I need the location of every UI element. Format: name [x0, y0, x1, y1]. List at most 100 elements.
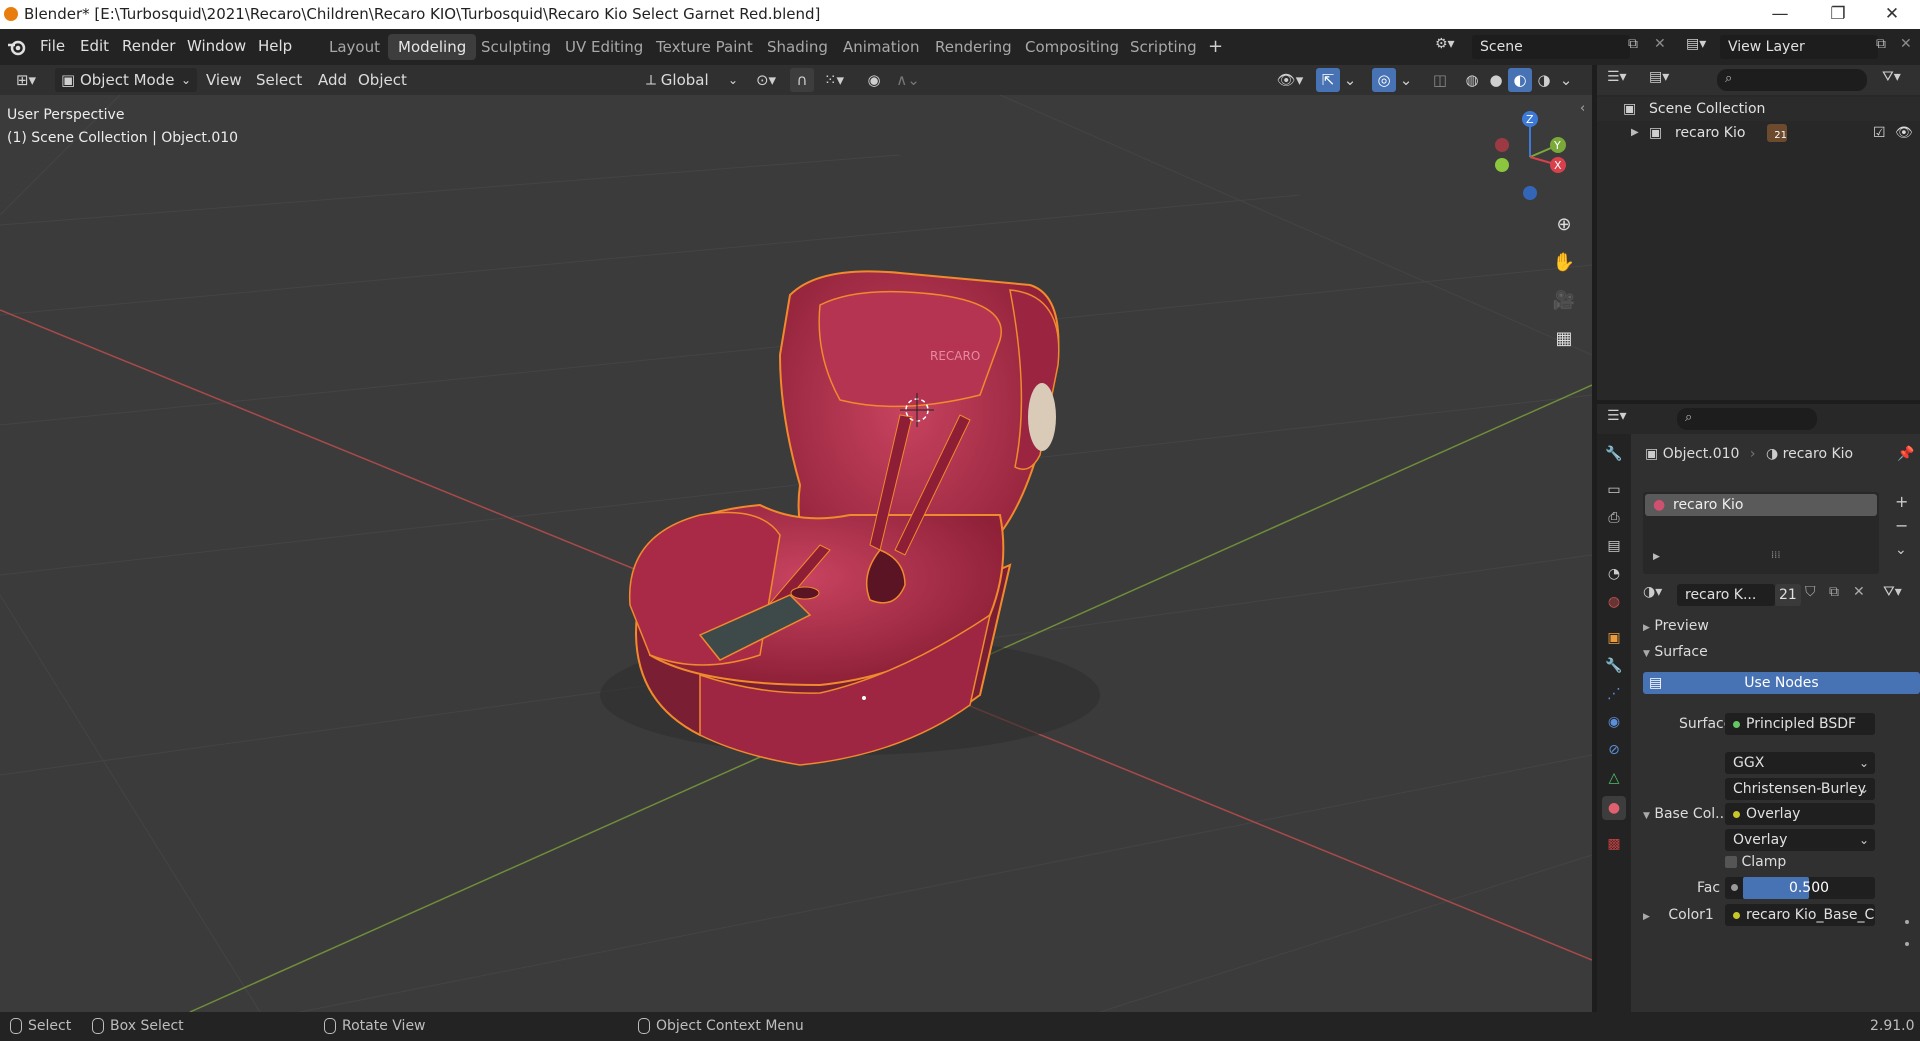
- rendered-shading-icon[interactable]: ◑: [1532, 68, 1556, 92]
- physics-tab-icon[interactable]: ◉: [1602, 710, 1626, 734]
- wireframe-shading-icon[interactable]: ◍: [1460, 68, 1484, 92]
- scene-tab-icon[interactable]: ◔: [1602, 562, 1626, 586]
- pin-icon[interactable]: 📌: [1897, 446, 1914, 462]
- gizmo-toggle-icon[interactable]: ⇱: [1316, 68, 1340, 92]
- delete-scene-icon[interactable]: ✕: [1654, 36, 1670, 58]
- minimize-button[interactable]: —: [1752, 0, 1808, 29]
- use-nodes-button[interactable]: ▤ Use Nodes: [1643, 672, 1920, 694]
- scene-name-field[interactable]: Scene: [1472, 35, 1630, 59]
- blender-logo-icon[interactable]: [6, 36, 28, 58]
- snap-icon[interactable]: ∩: [790, 68, 814, 92]
- chevron-down-icon[interactable]: ⌄: [1398, 68, 1414, 92]
- neg-y-axis-icon[interactable]: [1495, 158, 1509, 172]
- navigation-gizmo[interactable]: Z Y X: [1488, 107, 1578, 207]
- add-slot-icon[interactable]: +: [1895, 492, 1908, 511]
- slot-specials-icon[interactable]: ⌄: [1895, 542, 1907, 558]
- outliner-editor-type-icon[interactable]: ☰▾: [1607, 69, 1639, 91]
- surface-panel-header[interactable]: ▼ Surface: [1643, 644, 1708, 660]
- tab-shading[interactable]: Shading: [757, 34, 838, 60]
- eye-visibility-icon[interactable]: 👁: [1895, 121, 1913, 145]
- menu-window[interactable]: Window: [187, 37, 246, 55]
- tab-layout[interactable]: Layout: [319, 34, 390, 60]
- xray-icon[interactable]: ◫: [1428, 68, 1452, 92]
- expand-arrow-icon[interactable]: ▶: [1631, 121, 1639, 145]
- filter-icon[interactable]: ⛛▾: [1882, 69, 1914, 91]
- material-name-field[interactable]: recaro K...: [1677, 584, 1775, 606]
- outliner-search-input[interactable]: ⌕: [1717, 69, 1867, 91]
- preview-panel-header[interactable]: ▶ Preview: [1643, 618, 1709, 634]
- output-tab-icon[interactable]: ⎙: [1602, 506, 1626, 530]
- proportional-edit-icon[interactable]: ◉: [862, 68, 886, 92]
- fac-slider[interactable]: 0.500: [1725, 877, 1875, 899]
- menu-object[interactable]: Object: [352, 68, 413, 92]
- menu-help[interactable]: Help: [258, 37, 292, 55]
- chevron-down-icon[interactable]: ⌄: [1342, 68, 1358, 92]
- distribution-dropdown[interactable]: GGX ⌄: [1725, 752, 1875, 774]
- view-layer-browse-icon[interactable]: ▤▾: [1686, 36, 1716, 58]
- modifier-tab-icon[interactable]: 🔧: [1602, 654, 1626, 678]
- tab-compositing[interactable]: Compositing: [1015, 34, 1129, 60]
- surface-shader-field[interactable]: Principled BSDF: [1725, 713, 1875, 735]
- tab-scripting[interactable]: Scripting: [1120, 34, 1207, 60]
- blend-mode-dropdown[interactable]: Overlay ⌄: [1725, 829, 1875, 851]
- world-tab-icon[interactable]: ◍: [1602, 590, 1626, 614]
- base-color-field[interactable]: Overlay: [1725, 803, 1875, 825]
- data-tab-icon[interactable]: △: [1602, 766, 1626, 790]
- view-layer-field[interactable]: View Layer: [1720, 35, 1878, 59]
- zoom-icon[interactable]: ⊕: [1548, 209, 1580, 241]
- view-layer-tab-icon[interactable]: ▤: [1602, 534, 1626, 558]
- add-workspace-button[interactable]: +: [1198, 34, 1233, 60]
- pivot-point-icon[interactable]: ⊙▾: [748, 68, 784, 92]
- color1-label[interactable]: ▶ Color1: [1643, 907, 1714, 923]
- material-tab-icon[interactable]: ●: [1602, 796, 1626, 820]
- outliner-row-scene-collection[interactable]: ▣ Scene Collection: [1597, 97, 1920, 121]
- snap-target-icon[interactable]: ⁙▾: [816, 68, 852, 92]
- mode-dropdown[interactable]: ▣ Object Mode ⌄: [55, 68, 197, 92]
- tab-texture-paint[interactable]: Texture Paint: [646, 34, 763, 60]
- remove-slot-icon[interactable]: −: [1895, 516, 1908, 535]
- collapse-sidebar-icon[interactable]: ‹: [1580, 101, 1585, 116]
- tab-uv-editing[interactable]: UV Editing: [555, 34, 653, 60]
- delete-view-layer-icon[interactable]: ✕: [1900, 36, 1916, 58]
- close-button[interactable]: ✕: [1864, 0, 1920, 29]
- object-count-badge[interactable]: 21: [1767, 124, 1787, 142]
- properties-search-input[interactable]: ⌕: [1677, 408, 1817, 430]
- editor-type-icon[interactable]: ⊞▾: [8, 68, 44, 92]
- menu-view[interactable]: View: [200, 68, 248, 92]
- render-tab-icon[interactable]: ▭: [1602, 478, 1626, 502]
- neg-z-axis-icon[interactable]: [1523, 186, 1537, 200]
- duplicate-material-icon[interactable]: ⧉: [1829, 584, 1839, 600]
- checkbox-icon[interactable]: ☑: [1873, 121, 1886, 145]
- perspective-grid-icon[interactable]: ▦: [1548, 323, 1580, 355]
- menu-edit[interactable]: Edit: [80, 37, 109, 55]
- menu-file[interactable]: File: [40, 37, 65, 55]
- particles-tab-icon[interactable]: ⋰: [1602, 682, 1626, 706]
- texture-tab-icon[interactable]: ▩: [1602, 832, 1626, 856]
- neg-x-axis-icon[interactable]: [1495, 138, 1509, 152]
- display-mode-icon[interactable]: ▤▾: [1649, 69, 1681, 91]
- overlays-toggle-icon[interactable]: ◎: [1372, 68, 1396, 92]
- material-users-count[interactable]: 21: [1775, 584, 1801, 606]
- constraints-tab-icon[interactable]: ⊘: [1602, 738, 1626, 762]
- camera-view-icon[interactable]: 🎥: [1548, 285, 1580, 317]
- menu-add[interactable]: Add: [312, 68, 353, 92]
- visibility-icon[interactable]: 👁▾: [1272, 68, 1308, 92]
- tab-modeling[interactable]: Modeling: [388, 34, 477, 60]
- expand-arrow-icon[interactable]: ▶: [1653, 552, 1660, 562]
- solid-shading-icon[interactable]: ●: [1484, 68, 1508, 92]
- transform-orientation-dropdown[interactable]: ⟂ Global ⌄: [640, 68, 744, 92]
- tool-tab-icon[interactable]: 🔧: [1602, 442, 1626, 466]
- material-link-icon[interactable]: ⛛▾: [1883, 584, 1902, 600]
- properties-editor-type-icon[interactable]: ☰▾: [1607, 408, 1639, 430]
- new-view-layer-icon[interactable]: ⧉: [1876, 36, 1896, 58]
- tab-sculpting[interactable]: Sculpting: [471, 34, 561, 60]
- clamp-checkbox[interactable]: Clamp: [1725, 854, 1786, 870]
- 3d-viewport[interactable]: RECARO User Perspective (1) Scene Collec…: [0, 95, 1592, 1012]
- base-color-label[interactable]: ▼ Base Col...: [1643, 806, 1729, 822]
- color1-field[interactable]: recaro Kio_Base_C: [1725, 904, 1875, 926]
- browse-material-icon[interactable]: ◑▾: [1643, 584, 1677, 606]
- keyframe-dot[interactable]: [1905, 920, 1909, 924]
- resize-handle-icon[interactable]: ⁞⁞⁞: [1771, 550, 1781, 561]
- chevron-down-icon[interactable]: ⌄: [1558, 68, 1574, 92]
- object-tab-icon[interactable]: ▣: [1602, 626, 1626, 650]
